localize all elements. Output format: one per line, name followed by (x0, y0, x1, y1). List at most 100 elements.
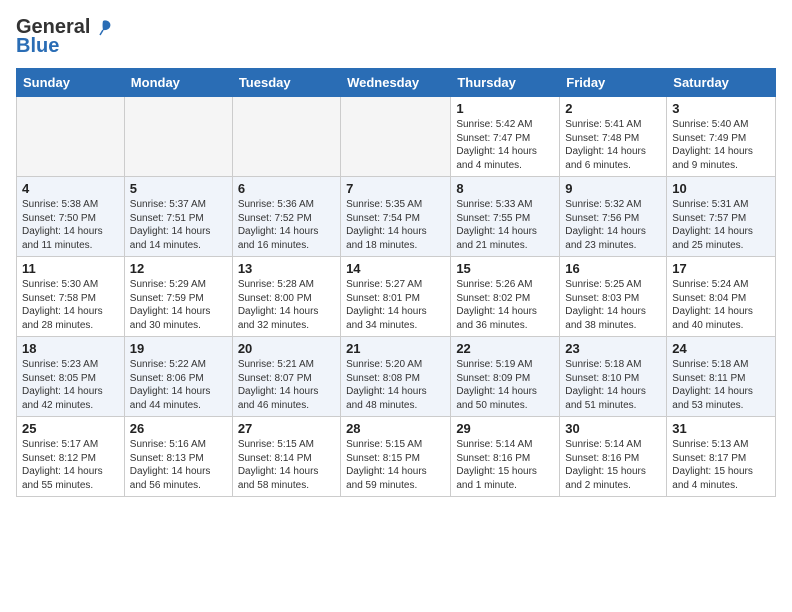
day-number: 16 (565, 261, 661, 276)
day-info: Sunrise: 5:22 AM Sunset: 8:06 PM Dayligh… (130, 358, 227, 412)
day-info: Sunrise: 5:15 AM Sunset: 8:15 PM Dayligh… (346, 438, 445, 492)
header-cell-saturday: Saturday (667, 69, 776, 97)
calendar-cell: 30 Sunrise: 5:14 AM Sunset: 8:16 PM Dayli… (560, 417, 667, 497)
header-cell-wednesday: Wednesday (341, 69, 451, 97)
day-number: 5 (130, 181, 227, 196)
day-number: 11 (22, 261, 119, 276)
calendar-cell: 25 Sunrise: 5:17 AM Sunset: 8:12 PM Dayli… (17, 417, 125, 497)
calendar-cell (232, 97, 340, 177)
calendar-cell: 6Sunrise: 5:36 AM Sunset: 7:52 PM Daylig… (232, 177, 340, 257)
day-info: Sunrise: 5:13 AM Sunset: 8:17 PM Dayligh… (672, 438, 770, 492)
day-info: Sunrise: 5:20 AM Sunset: 8:08 PM Dayligh… (346, 358, 445, 412)
calendar-cell: 27Sunrise: 5:15 AM Sunset: 8:14 PM Dayli… (232, 417, 340, 497)
day-info: Sunrise: 5:18 AM Sunset: 8:11 PM Dayligh… (672, 358, 770, 412)
calendar-cell: 26Sunrise: 5:16 AM Sunset: 8:13 PM Dayli… (124, 417, 232, 497)
week-row-2: 4Sunrise: 5:38 AM Sunset: 7:50 PM Daylig… (17, 177, 776, 257)
calendar-cell: 18 Sunrise: 5:23 AM Sunset: 8:05 PM Dayli… (17, 337, 125, 417)
calendar-cell: 7Sunrise: 5:35 AM Sunset: 7:54 PM Daylig… (341, 177, 451, 257)
calendar-cell: 21 Sunrise: 5:20 AM Sunset: 8:08 PM Dayli… (341, 337, 451, 417)
calendar-cell: 15 Sunrise: 5:26 AM Sunset: 8:02 PM Dayli… (451, 257, 560, 337)
day-info: Sunrise: 5:25 AM Sunset: 8:03 PM Dayligh… (565, 278, 661, 332)
calendar-cell: 13 Sunrise: 5:28 AM Sunset: 8:00 PM Dayli… (232, 257, 340, 337)
calendar-cell (341, 97, 451, 177)
day-info: Sunrise: 5:14 AM Sunset: 8:16 PM Dayligh… (456, 438, 554, 492)
day-info: Sunrise: 5:21 AM Sunset: 8:07 PM Dayligh… (238, 358, 335, 412)
day-info: Sunrise: 5:23 AM Sunset: 8:05 PM Dayligh… (22, 358, 119, 412)
calendar-cell: 22 Sunrise: 5:19 AM Sunset: 8:09 PM Dayli… (451, 337, 560, 417)
calendar-cell: 24 Sunrise: 5:18 AM Sunset: 8:11 PM Dayli… (667, 337, 776, 417)
header-cell-thursday: Thursday (451, 69, 560, 97)
day-number: 19 (130, 341, 227, 356)
calendar-cell (17, 97, 125, 177)
day-number: 17 (672, 261, 770, 276)
header-cell-sunday: Sunday (17, 69, 125, 97)
day-number: 31 (672, 421, 770, 436)
calendar-cell: 11 Sunrise: 5:30 AM Sunset: 7:58 PM Dayli… (17, 257, 125, 337)
day-number: 20 (238, 341, 335, 356)
day-info: Sunrise: 5:35 AM Sunset: 7:54 PM Dayligh… (346, 198, 445, 252)
calendar-cell: 28 Sunrise: 5:15 AM Sunset: 8:15 PM Dayli… (341, 417, 451, 497)
logo-blue-text: Blue (16, 35, 59, 58)
day-info: Sunrise: 5:32 AM Sunset: 7:56 PM Dayligh… (565, 198, 661, 252)
calendar-cell: 23Sunrise: 5:18 AM Sunset: 8:10 PM Dayli… (560, 337, 667, 417)
calendar-cell: 3 Sunrise: 5:40 AM Sunset: 7:49 PM Daylig… (667, 97, 776, 177)
day-number: 6 (238, 181, 335, 196)
header-row: SundayMondayTuesdayWednesdayThursdayFrid… (17, 69, 776, 97)
header-cell-monday: Monday (124, 69, 232, 97)
day-number: 18 (22, 341, 119, 356)
calendar-cell: 19 Sunrise: 5:22 AM Sunset: 8:06 PM Dayli… (124, 337, 232, 417)
day-number: 15 (456, 261, 554, 276)
calendar-cell: 8Sunrise: 5:33 AM Sunset: 7:55 PM Daylig… (451, 177, 560, 257)
logo: General Blue (16, 16, 114, 58)
day-info: Sunrise: 5:24 AM Sunset: 8:04 PM Dayligh… (672, 278, 770, 332)
week-row-3: 11 Sunrise: 5:30 AM Sunset: 7:58 PM Dayli… (17, 257, 776, 337)
calendar-cell: 14Sunrise: 5:27 AM Sunset: 8:01 PM Dayli… (341, 257, 451, 337)
day-number: 1 (456, 101, 554, 116)
logo-bird-icon (92, 17, 114, 39)
day-info: Sunrise: 5:19 AM Sunset: 8:09 PM Dayligh… (456, 358, 554, 412)
calendar-cell: 12Sunrise: 5:29 AM Sunset: 7:59 PM Dayli… (124, 257, 232, 337)
calendar-cell: 31 Sunrise: 5:13 AM Sunset: 8:17 PM Dayli… (667, 417, 776, 497)
calendar-cell: 10 Sunrise: 5:31 AM Sunset: 7:57 PM Dayli… (667, 177, 776, 257)
day-info: Sunrise: 5:26 AM Sunset: 8:02 PM Dayligh… (456, 278, 554, 332)
day-number: 9 (565, 181, 661, 196)
day-number: 2 (565, 101, 661, 116)
day-number: 23 (565, 341, 661, 356)
page-header: General Blue (16, 16, 776, 58)
day-number: 24 (672, 341, 770, 356)
header-cell-friday: Friday (560, 69, 667, 97)
week-row-4: 18 Sunrise: 5:23 AM Sunset: 8:05 PM Dayli… (17, 337, 776, 417)
day-number: 14 (346, 261, 445, 276)
day-number: 13 (238, 261, 335, 276)
day-number: 22 (456, 341, 554, 356)
calendar-cell: 2 Sunrise: 5:41 AM Sunset: 7:48 PM Daylig… (560, 97, 667, 177)
day-info: Sunrise: 5:30 AM Sunset: 7:58 PM Dayligh… (22, 278, 119, 332)
header-cell-tuesday: Tuesday (232, 69, 340, 97)
day-number: 30 (565, 421, 661, 436)
day-info: Sunrise: 5:16 AM Sunset: 8:13 PM Dayligh… (130, 438, 227, 492)
day-info: Sunrise: 5:40 AM Sunset: 7:49 PM Dayligh… (672, 118, 770, 172)
day-number: 21 (346, 341, 445, 356)
calendar-table: SundayMondayTuesdayWednesdayThursdayFrid… (16, 68, 776, 497)
day-info: Sunrise: 5:31 AM Sunset: 7:57 PM Dayligh… (672, 198, 770, 252)
day-info: Sunrise: 5:37 AM Sunset: 7:51 PM Dayligh… (130, 198, 227, 252)
week-row-1: 1Sunrise: 5:42 AM Sunset: 7:47 PM Daylig… (17, 97, 776, 177)
day-number: 29 (456, 421, 554, 436)
day-info: Sunrise: 5:41 AM Sunset: 7:48 PM Dayligh… (565, 118, 661, 172)
day-info: Sunrise: 5:15 AM Sunset: 8:14 PM Dayligh… (238, 438, 335, 492)
day-number: 10 (672, 181, 770, 196)
day-info: Sunrise: 5:28 AM Sunset: 8:00 PM Dayligh… (238, 278, 335, 332)
day-info: Sunrise: 5:17 AM Sunset: 8:12 PM Dayligh… (22, 438, 119, 492)
calendar-cell: 5 Sunrise: 5:37 AM Sunset: 7:51 PM Daylig… (124, 177, 232, 257)
week-row-5: 25 Sunrise: 5:17 AM Sunset: 8:12 PM Dayli… (17, 417, 776, 497)
day-number: 28 (346, 421, 445, 436)
day-info: Sunrise: 5:14 AM Sunset: 8:16 PM Dayligh… (565, 438, 661, 492)
calendar-cell: 9 Sunrise: 5:32 AM Sunset: 7:56 PM Daylig… (560, 177, 667, 257)
calendar-cell: 17 Sunrise: 5:24 AM Sunset: 8:04 PM Dayli… (667, 257, 776, 337)
calendar-cell (124, 97, 232, 177)
day-number: 3 (672, 101, 770, 116)
day-number: 25 (22, 421, 119, 436)
calendar-cell: 4Sunrise: 5:38 AM Sunset: 7:50 PM Daylig… (17, 177, 125, 257)
day-number: 8 (456, 181, 554, 196)
day-info: Sunrise: 5:38 AM Sunset: 7:50 PM Dayligh… (22, 198, 119, 252)
